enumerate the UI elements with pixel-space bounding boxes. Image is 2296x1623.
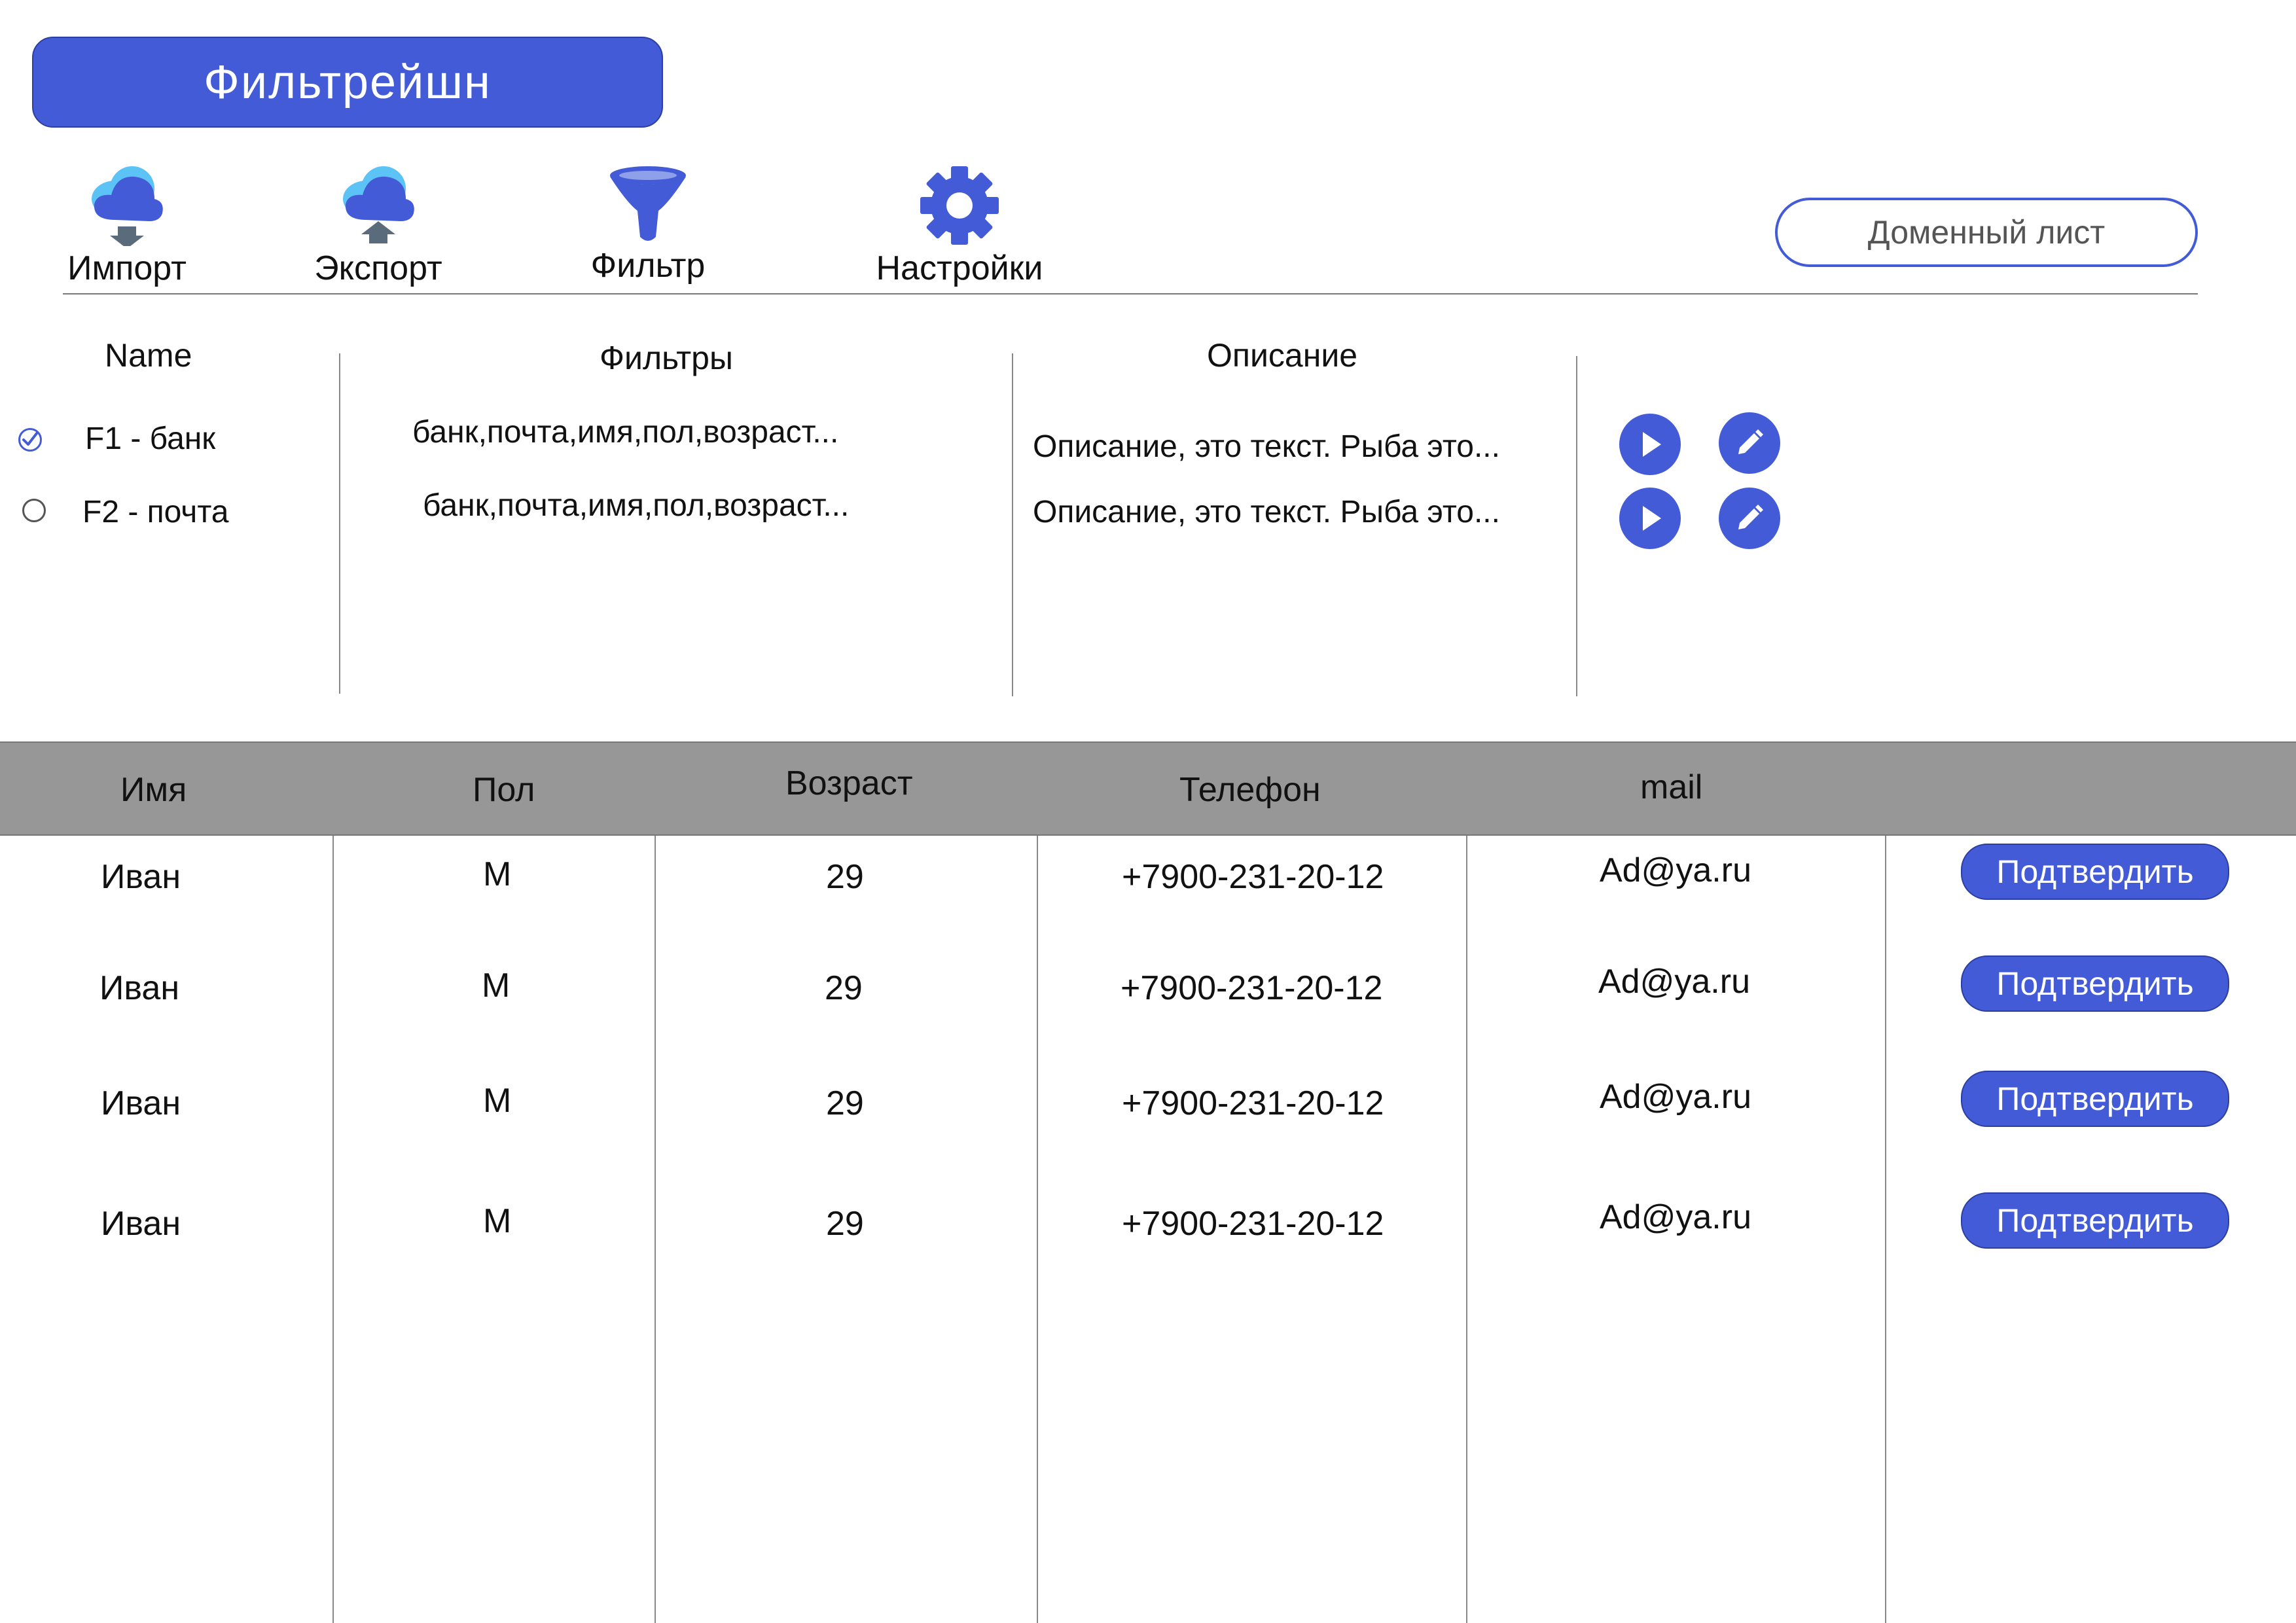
filter-tool[interactable]: Фильтр (575, 164, 721, 285)
import-label: Импорт (67, 249, 187, 287)
settings-label: Настройки (876, 249, 1043, 287)
gear-icon (920, 166, 999, 245)
filters-header-filters: Фильтры (600, 340, 733, 376)
column-header-age: Возраст (785, 764, 913, 802)
filter-select-radio[interactable] (18, 428, 42, 452)
play-icon (1643, 432, 1661, 457)
toolbar-divider (63, 293, 2198, 294)
filter-name[interactable]: F1 - банк (85, 421, 215, 457)
cloud-download-icon (92, 166, 163, 246)
filter-name[interactable]: F2 - почта (82, 494, 228, 530)
cell-age: 29 (825, 969, 863, 1007)
table-col-divider (1885, 836, 1886, 1623)
cell-phone: +7900-231-20-12 (1122, 858, 1384, 896)
filter-fields: банк,почта,имя,пол,возраст... (423, 488, 850, 523)
table-col-divider (1037, 836, 1038, 1623)
filter-description: Описание, это текст. Рыба это... (1033, 495, 1500, 529)
filter-label: Фильтр (590, 247, 706, 285)
cell-mail: Ad@ya.ru (1598, 963, 1750, 1001)
table-col-divider (655, 836, 656, 1623)
cell-age: 29 (826, 1205, 864, 1243)
cell-age: 29 (826, 858, 864, 896)
table-col-divider (332, 836, 334, 1623)
cell-mail: Ad@ya.ru (1600, 851, 1751, 889)
import-tool[interactable]: Импорт (54, 161, 200, 288)
export-label: Экспорт (314, 249, 442, 287)
funnel-icon (610, 166, 686, 241)
run-filter-button[interactable] (1619, 414, 1681, 475)
filters-col-divider (1576, 356, 1577, 696)
column-header-phone: Телефон (1179, 771, 1321, 809)
cell-name: Иван (101, 1205, 181, 1243)
edit-filter-button[interactable] (1719, 488, 1780, 549)
filters-header-description: Описание (1207, 337, 1358, 374)
confirm-button[interactable]: Подтвердить (1961, 1192, 2229, 1249)
cell-phone: +7900-231-20-12 (1122, 1205, 1384, 1243)
export-tool[interactable]: Экспорт (305, 161, 452, 288)
filter-fields: банк,почта,имя,пол,возраст... (412, 415, 839, 450)
pencil-icon (1738, 505, 1763, 529)
check-icon (22, 431, 39, 446)
cell-sex: М (483, 1082, 512, 1120)
run-filter-button[interactable] (1619, 488, 1681, 549)
cell-mail: Ad@ya.ru (1600, 1198, 1751, 1236)
filter-description: Описание, это текст. Рыба это... (1033, 429, 1500, 464)
cell-mail: Ad@ya.ru (1600, 1078, 1751, 1116)
app-title: Фильтрейшн (32, 37, 663, 128)
column-header-mail: mail (1640, 768, 1703, 806)
table-col-divider (1466, 836, 1467, 1623)
edit-filter-button[interactable] (1719, 412, 1780, 474)
cell-name: Иван (101, 1084, 181, 1122)
cloud-upload-icon (343, 166, 414, 243)
filters-col-divider (339, 353, 340, 694)
cell-sex: М (483, 855, 512, 893)
column-header-sex: Пол (473, 771, 535, 809)
cell-name: Иван (101, 858, 181, 896)
filter-select-radio[interactable] (22, 499, 46, 522)
pencil-icon (1738, 429, 1763, 454)
column-header-name: Имя (120, 771, 187, 809)
cell-age: 29 (826, 1084, 864, 1122)
table-header (0, 741, 2296, 836)
confirm-button[interactable]: Подтвердить (1961, 1071, 2229, 1127)
cell-sex: М (483, 1202, 512, 1240)
cell-phone: +7900-231-20-12 (1121, 969, 1383, 1007)
play-icon (1643, 506, 1661, 531)
settings-tool[interactable]: Настройки (861, 165, 1058, 288)
cell-name: Иван (99, 969, 180, 1007)
filters-col-divider (1012, 353, 1013, 696)
cell-phone: +7900-231-20-12 (1122, 1084, 1384, 1122)
cell-sex: М (482, 967, 511, 1005)
filters-header-name: Name (105, 337, 192, 374)
domain-list-button[interactable]: Доменный лист (1775, 198, 2198, 267)
confirm-button[interactable]: Подтвердить (1961, 955, 2229, 1012)
confirm-button[interactable]: Подтвердить (1961, 844, 2229, 900)
